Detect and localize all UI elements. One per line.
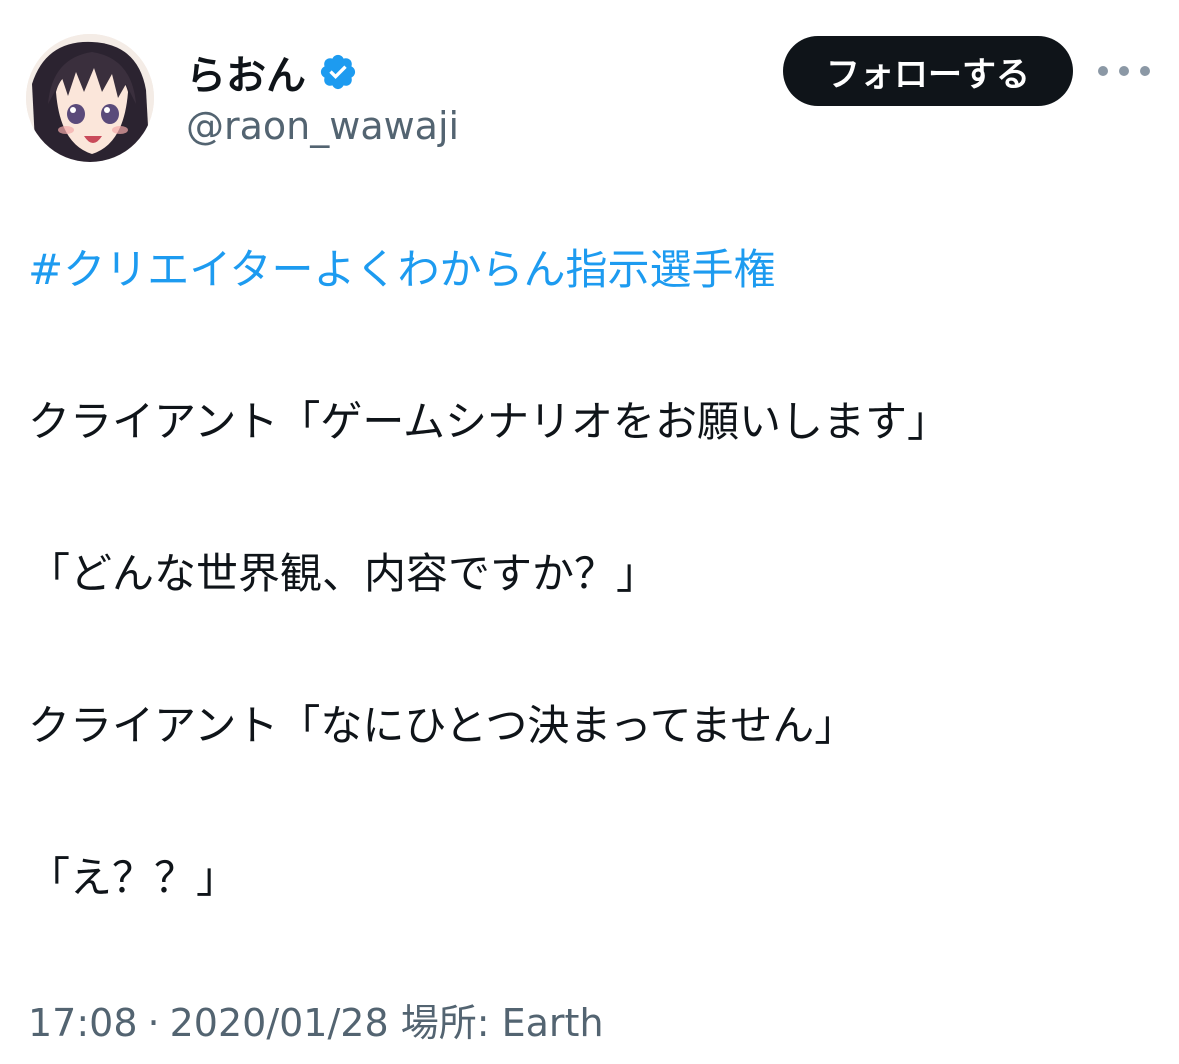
meta-separator: · <box>147 1001 160 1045</box>
tweet-line: クライアント「ゲームシナリオをお願いします」 <box>28 397 950 446</box>
dot <box>1098 66 1108 76</box>
verified-badge-icon <box>318 52 358 92</box>
name-row: らおん <box>186 44 459 100</box>
tweet-header: らおん @raon_wawaji フォローする <box>26 30 1156 170</box>
more-dots-icon[interactable] <box>1098 56 1150 86</box>
hashtag-link[interactable]: #クリエイターよくわからん指示選手権 <box>28 240 1148 300</box>
dot <box>1119 66 1129 76</box>
tweet-text: #クリエイターよくわからん指示選手権 クライアント「ゲームシナリオをお願いします… <box>28 240 1148 908</box>
display-name[interactable]: らおん <box>186 43 306 101</box>
tweet-line: 「え？？」 <box>28 853 239 902</box>
anime-girl-avatar-icon[interactable] <box>26 34 154 162</box>
follow-button[interactable]: フォローする <box>783 36 1073 106</box>
user-handle[interactable]: @raon_wawaji <box>186 104 459 148</box>
tweet-time[interactable]: 17:08 <box>28 1001 138 1045</box>
location-label: 場所: <box>400 1001 490 1045</box>
tweet-date[interactable]: 2020/01/28 <box>170 1001 389 1045</box>
location-value: Earth <box>501 1001 604 1045</box>
dot <box>1140 66 1150 76</box>
user-info: らおん @raon_wawaji <box>186 44 459 148</box>
tweet-meta: 17:08 · 2020/01/28 場所: Earth <box>28 992 604 1047</box>
tweet-line: クライアント「なにひとつ決まってません」 <box>28 701 857 750</box>
tweet-line: 「どんな世界観、内容ですか？」 <box>28 549 659 598</box>
